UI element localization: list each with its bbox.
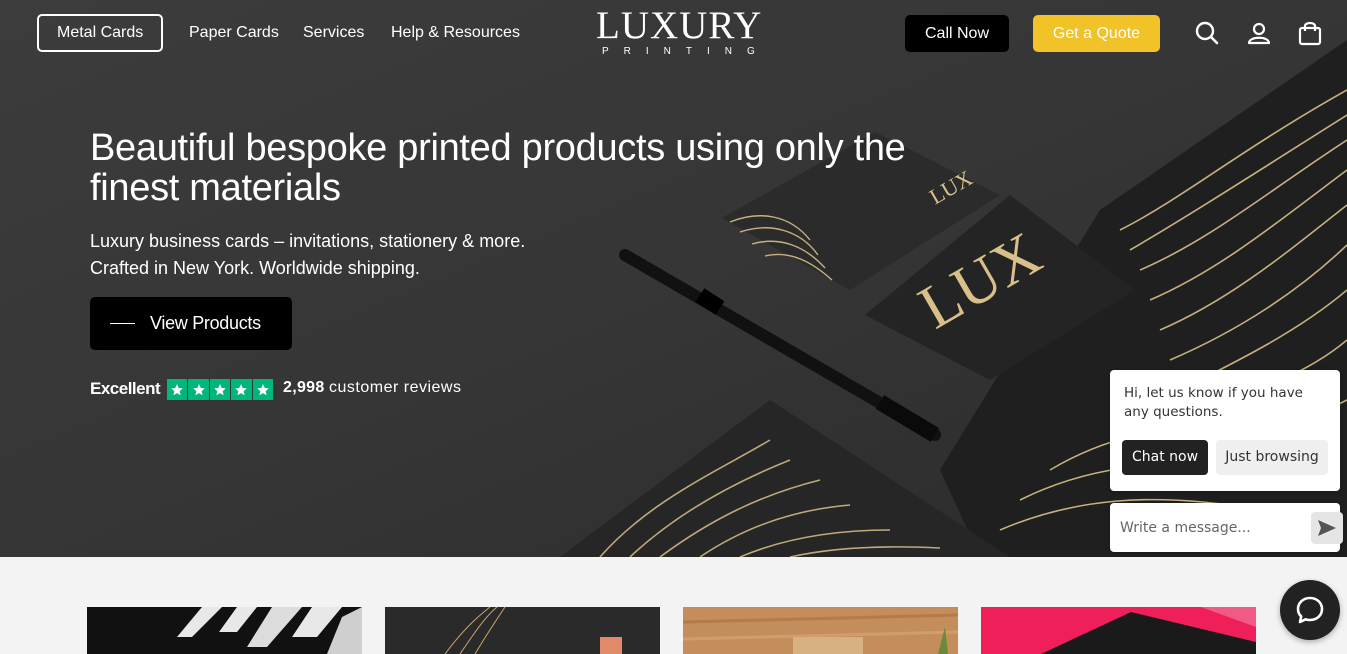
view-products-button[interactable]: View Products: [90, 297, 292, 350]
nav-link-services[interactable]: Services: [303, 14, 364, 52]
call-now-button[interactable]: Call Now: [905, 15, 1009, 52]
search-icon[interactable]: [1194, 20, 1220, 46]
chat-message-input[interactable]: [1120, 515, 1310, 540]
bag-icon[interactable]: [1297, 20, 1323, 46]
star-rating: [167, 379, 273, 400]
star-icon: [188, 379, 209, 400]
nav-link-help-resources[interactable]: Help & Resources: [391, 14, 520, 52]
chat-bubble-icon: [1296, 596, 1324, 624]
account-icon[interactable]: [1246, 20, 1272, 46]
hero-subtitle: Luxury business cards – invitations, sta…: [90, 228, 610, 282]
get-quote-button[interactable]: Get a Quote: [1033, 15, 1160, 52]
hero-title: Beautiful bespoke printed products using…: [90, 127, 906, 209]
product-tile-paper[interactable]: [385, 607, 660, 654]
just-browsing-button[interactable]: Just browsing: [1216, 440, 1328, 475]
hero-subtitle-line-1: Luxury business cards – invitations, sta…: [90, 231, 526, 251]
chat-message: Hi, let us know if you have any question…: [1124, 385, 1303, 420]
product-tile-pink[interactable]: [981, 607, 1256, 654]
nav-link-paper-cards[interactable]: Paper Cards: [189, 14, 279, 52]
product-tile-metal[interactable]: [87, 607, 362, 654]
site-logo[interactable]: LUXURY PRINTING: [596, 4, 770, 58]
product-grid: [0, 557, 1347, 654]
view-products-label: View Products: [150, 313, 261, 333]
review-count-label: customer reviews: [329, 379, 462, 396]
dash-icon: [110, 323, 135, 324]
logo-tagline: PRINTING: [602, 46, 770, 57]
send-icon: [1318, 520, 1336, 536]
hero-subtitle-line-2: Crafted in New York. Worldwide shipping.: [90, 258, 420, 278]
star-icon: [209, 379, 231, 400]
star-icon: [252, 379, 273, 400]
rating-text: Excellent: [90, 379, 161, 398]
chat-now-button[interactable]: Chat now: [1122, 440, 1208, 475]
top-nav: Metal Cards Paper Cards Services Help & …: [0, 0, 1347, 66]
send-button[interactable]: [1311, 512, 1343, 544]
nav-link-metal-cards[interactable]: Metal Cards: [37, 14, 164, 52]
chat-prompt-card: Hi, let us know if you have any question…: [1110, 370, 1340, 491]
star-icon: [167, 379, 188, 400]
review-count: 2,998 customer reviews: [283, 379, 461, 397]
chat-launcher-button[interactable]: [1280, 580, 1340, 640]
product-tile-wood[interactable]: [683, 607, 958, 654]
logo-wordmark: LUXURY: [596, 4, 763, 47]
review-count-number: 2,998: [283, 379, 325, 396]
star-icon: [231, 379, 252, 400]
chat-input-box: [1110, 503, 1343, 552]
